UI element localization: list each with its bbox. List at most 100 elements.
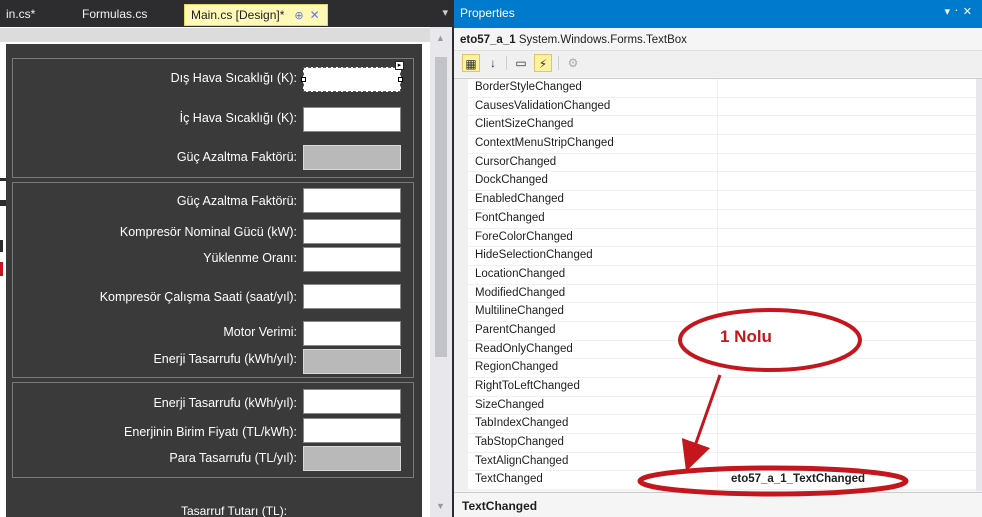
event-row[interactable]: ModifiedChanged [468,284,976,304]
event-row[interactable]: ForeColorChanged [468,228,976,248]
event-row[interactable]: RegionChanged [468,359,976,378]
pin-icon[interactable]: ⊕ [294,10,303,22]
textbox-outdoor-temp[interactable]: ▸ [301,61,404,92]
label-outdoor-temp: Dış Hava Sıcaklığı (K): [170,71,297,85]
overlap-fragment [0,240,3,252]
textbox-load-ratio[interactable] [303,247,401,272]
grid-scrollbar[interactable] [976,79,982,491]
column-divider [717,471,718,490]
column-divider [717,378,718,396]
tab-formulas-cs[interactable]: Formulas.cs [76,4,153,26]
column-divider [717,116,718,135]
form-canvas: Dış Hava Sıcaklığı (K): ▸ İç Hava Sıcakl… [6,44,422,517]
properties-toolbar: ▦ ↓ ▭ ⚡ ⚙ [454,51,982,77]
scrollbar-thumb[interactable] [435,57,447,357]
event-row[interactable]: ClientSizeChanged [468,116,976,136]
event-row[interactable]: FontChanged [468,209,976,229]
designer-scrollbar[interactable]: ▲ ▼ [430,27,452,517]
event-name: ClientSizeChanged [475,118,574,131]
toolbar-divider [558,56,559,70]
event-handler-value[interactable]: eto57_a_1_TextChanged [731,473,865,485]
scroll-up-icon[interactable]: ▲ [436,33,445,43]
column-divider [717,452,718,471]
event-name: FontChanged [475,211,545,224]
event-name: ContextMenuStripChanged [475,137,614,150]
tab-main-cs[interactable]: in.cs* [0,4,41,26]
textbox-motor-efficiency[interactable] [303,321,401,346]
overlap-fragment [0,262,3,276]
textbox-unit-price[interactable] [303,418,401,443]
event-row[interactable]: HideSelectionChanged [468,247,976,266]
event-row[interactable]: MultilineChanged [468,303,976,322]
event-name: MultilineChanged [475,305,564,318]
column-divider [717,97,718,116]
tab-overflow-icon[interactable]: ▾ [442,6,448,19]
textbox-energy-savings-input[interactable] [303,389,401,414]
object-name: eto57_a_1 [460,34,516,46]
column-divider [717,209,718,228]
event-name: ParentChanged [475,323,556,336]
column-divider [717,191,718,209]
column-divider [717,228,718,247]
event-name: TextAlignChanged [475,454,569,467]
event-row[interactable]: CursorChanged [468,153,976,173]
textbox-power-reduction-readonly[interactable] [303,145,401,170]
textbox-indoor-temp[interactable] [303,107,401,132]
event-row[interactable]: TextAlignChanged [468,452,976,472]
resize-handle[interactable] [301,77,306,82]
event-name: TextChanged [475,473,543,486]
column-divider [717,396,718,415]
tab-label: in.cs* [6,7,36,21]
event-row[interactable]: EnabledChanged [468,191,976,210]
label-energy-savings-input: Enerji Tasarrufu (kWh/yıl): [153,396,297,410]
form-title-strip [0,28,430,42]
event-row[interactable]: LocationChanged [468,265,976,285]
event-row[interactable]: TextChanged eto57_a_1_TextChanged [468,471,976,491]
event-row[interactable]: BorderStyleChanged [468,79,976,98]
document-tab-bar: in.cs* Formulas.cs Main.cs [Design]* ⊕ ✕ ▾ [0,0,452,27]
event-name: RegionChanged [475,361,559,374]
event-row[interactable]: TabStopChanged [468,434,976,453]
alphabetical-icon[interactable]: ↓ [484,54,502,72]
label-load-ratio: Yüklenme Oranı: [203,251,297,265]
label-money-savings: Para Tasarrufu (TL/yıl): [169,451,297,465]
label-indoor-temp: İç Hava Sıcaklığı (K): [179,111,297,125]
column-divider [717,434,718,452]
smart-tag-icon[interactable]: ▸ [395,61,404,70]
resize-handle[interactable] [398,77,403,82]
textbox-power-reduction-input[interactable] [303,188,401,213]
label-unit-price: Enerjinin Birim Fiyatı (TL/kWh): [124,425,297,439]
grid-margin [454,79,468,491]
event-name: TabStopChanged [475,436,564,449]
event-row[interactable]: RightToLeftChanged [468,378,976,397]
event-row[interactable]: DockChanged [468,172,976,192]
column-divider [717,247,718,265]
textbox-compressor-power[interactable] [303,219,401,244]
event-row[interactable]: ContextMenuStripChanged [468,135,976,154]
column-divider [717,265,718,284]
event-row[interactable]: CausesValidationChanged [468,97,976,117]
label-power-reduction-input: Güç Azaltma Faktörü: [176,194,297,208]
event-row[interactable]: TabIndexChanged [468,415,976,435]
textbox-money-savings-readonly[interactable] [303,446,401,471]
group-temperature: Dış Hava Sıcaklığı (K): ▸ İç Hava Sıcakl… [12,58,414,178]
properties-icon[interactable]: ▭ [512,54,530,72]
property-pages-wrench-icon[interactable]: ⚙ [564,54,582,72]
tab-main-design[interactable]: Main.cs [Design]* ⊕ ✕ [184,4,328,26]
events-list: BorderStyleChanged CausesValidationChange… [468,79,976,491]
column-divider [717,135,718,153]
events-lightning-icon[interactable]: ⚡ [534,54,552,72]
event-name: ModifiedChanged [475,286,566,299]
object-type: System.Windows.Forms.TextBox [518,34,687,46]
event-name: BorderStyleChanged [475,81,582,93]
event-row[interactable]: SizeChanged [468,396,976,416]
event-name: EnabledChanged [475,193,564,206]
categorized-icon[interactable]: ▦ [462,54,480,72]
textbox-energy-savings-readonly[interactable] [303,349,401,374]
close-icon[interactable]: ✕ [310,8,320,22]
panel-window-controls[interactable]: ▾ ᛫ ✕ [945,5,972,18]
textbox-operating-hours[interactable] [303,284,401,309]
scroll-down-icon[interactable]: ▼ [436,501,445,511]
object-selector[interactable]: eto57_a_1 System.Windows.Forms.TextBox [454,29,982,51]
group-cost: Enerji Tasarrufu (kWh/yıl): Enerjinin Bi… [12,382,414,478]
